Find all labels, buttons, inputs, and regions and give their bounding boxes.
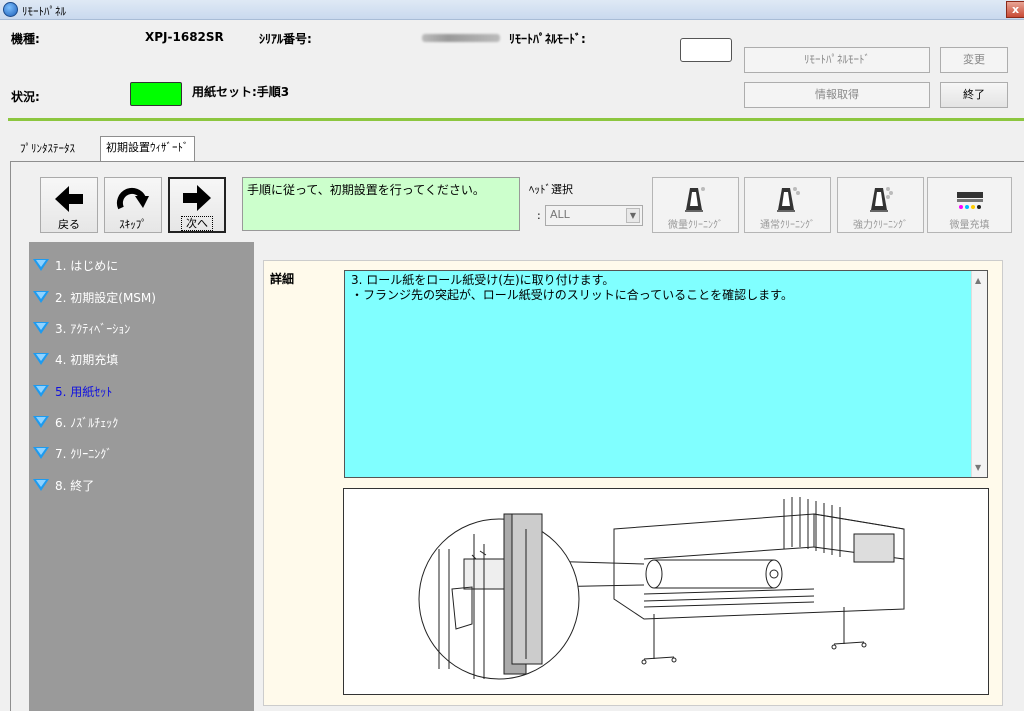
step-item[interactable]: 2. 初期設定(MSM)	[29, 286, 254, 308]
micro-fill-button[interactable]: 微量充填	[927, 177, 1012, 233]
detail-scrollbar[interactable]: ▲ ▼	[971, 271, 987, 477]
step-triangle-icon	[33, 291, 49, 303]
remote-mode-indicator	[680, 38, 732, 62]
status-label: 状況:	[11, 90, 40, 104]
step-label: 6. ﾉｽﾞﾙﾁｪｯｸ	[55, 416, 119, 430]
arrow-right-icon	[183, 185, 211, 211]
chevron-down-icon: ▼	[626, 208, 640, 223]
micro-cleaning-label: 微量ｸﾘｰﾆﾝｸﾞ	[668, 220, 723, 231]
step-label: 1. はじめに	[55, 259, 119, 273]
step-triangle-icon	[33, 322, 49, 334]
instruction-illustration	[343, 488, 989, 695]
status-text: 用紙セット:手順3	[192, 85, 290, 99]
instruction-text: 手順に従って、初期設置を行ってください。	[242, 177, 520, 231]
close-window-button[interactable]: x	[1006, 1, 1024, 18]
exit-button[interactable]: 終了	[940, 82, 1008, 108]
back-label: 戻る	[58, 218, 80, 231]
step-item[interactable]: 8. 終了	[29, 474, 254, 496]
scroll-up-icon[interactable]: ▲	[975, 273, 981, 288]
normal-cleaning-button[interactable]: 通常ｸﾘｰﾆﾝｸﾞ	[744, 177, 831, 233]
get-info-button[interactable]: 情報取得	[744, 82, 930, 108]
model-label: 機種:	[11, 32, 40, 46]
next-button[interactable]: 次へ	[168, 177, 226, 233]
step-item[interactable]: 1. はじめに	[29, 254, 254, 276]
header-divider	[8, 118, 1024, 121]
detail-label: 詳細	[270, 272, 295, 286]
skip-label: ｽｷｯﾌﾟ	[119, 218, 147, 231]
printhead-cleaning-icon	[684, 187, 705, 212]
step-item[interactable]: 6. ﾉｽﾞﾙﾁｪｯｸ	[29, 411, 254, 433]
head-select-dropdown[interactable]: ALL ▼	[545, 205, 643, 226]
step-item[interactable]: 4. 初期充填	[29, 348, 254, 370]
app-logo-icon	[3, 2, 18, 17]
window-title: ﾘﾓｰﾄﾊﾟﾈﾙ	[22, 5, 66, 18]
step-triangle-icon	[33, 259, 49, 271]
printhead-cleaning-icon	[869, 187, 893, 212]
micro-fill-label: 微量充填	[949, 220, 990, 231]
redo-arrow-icon	[116, 187, 149, 210]
roll-paper-illustration	[418, 497, 905, 680]
wizard-steps-sidebar: 1. はじめに 2. 初期設定(MSM) 3. ｱｸﾃｨﾍﾞｰｼｮﾝ 4. 初期…	[29, 242, 254, 711]
change-button[interactable]: 変更	[940, 47, 1008, 73]
step-item[interactable]: 7. ｸﾘｰﾆﾝｸﾞ	[29, 442, 254, 464]
back-button[interactable]: 戻る	[40, 177, 98, 233]
scroll-down-icon[interactable]: ▼	[975, 460, 981, 475]
remote-panel-window: ﾘﾓｰﾄﾊﾟﾈﾙ x 機種: XPJ-1682SR ｼﾘｱﾙ番号: ﾘﾓｰﾄﾊﾟ…	[0, 0, 1024, 711]
normal-cleaning-label: 通常ｸﾘｰﾆﾝｸﾞ	[760, 220, 815, 231]
skip-button[interactable]: ｽｷｯﾌﾟ	[104, 177, 162, 233]
micro-cleaning-button[interactable]: 微量ｸﾘｰﾆﾝｸﾞ	[652, 177, 739, 233]
head-select-colon: :	[537, 209, 541, 222]
arrow-left-icon	[55, 186, 83, 212]
step-label: 4. 初期充填	[55, 353, 119, 367]
ink-fill-icon	[956, 192, 983, 209]
next-label: 次へ	[181, 216, 213, 231]
serial-label: ｼﾘｱﾙ番号:	[259, 32, 312, 46]
remote-mode-button[interactable]: ﾘﾓｰﾄﾊﾟﾈﾙﾓｰﾄﾞ	[744, 47, 930, 73]
tab-setup-wizard[interactable]: 初期設置ｳｨｻﾞｰﾄﾞ	[100, 136, 195, 162]
detail-line-2: ・フランジ先の突起が、ロール紙受けのスリットに合っていることを確認します。	[351, 288, 793, 302]
strong-cleaning-label: 強力ｸﾘｰﾆﾝｸﾞ	[853, 220, 908, 231]
printhead-cleaning-icon	[776, 187, 800, 212]
step-item[interactable]: 3. ｱｸﾃｨﾍﾞｰｼｮﾝ	[29, 317, 254, 339]
step-item-current[interactable]: 5. 用紙ｾｯﾄ	[29, 380, 254, 402]
step-label: 3. ｱｸﾃｨﾍﾞｰｼｮﾝ	[55, 322, 131, 336]
detail-text-box[interactable]: 3. ロール紙をロール紙受け(左)に取り付けます。 ・フランジ先の突起が、ロール…	[344, 270, 988, 478]
step-triangle-icon	[33, 416, 49, 428]
status-indicator	[130, 82, 182, 106]
detail-line-1: 3. ロール紙をロール紙受け(左)に取り付けます。	[351, 273, 615, 287]
head-select-value: ALL	[550, 208, 570, 221]
step-label: 8. 終了	[55, 479, 95, 493]
tab-printer-status[interactable]: ﾌﾟﾘﾝﾀｽﾃｰﾀｽ	[14, 137, 81, 161]
step-label: 2. 初期設定(MSM)	[55, 291, 156, 305]
title-bar: ﾘﾓｰﾄﾊﾟﾈﾙ x	[0, 0, 1024, 20]
step-triangle-icon	[33, 479, 49, 491]
head-select-label: ﾍｯﾄﾞ選択	[529, 183, 573, 196]
strong-cleaning-button[interactable]: 強力ｸﾘｰﾆﾝｸﾞ	[837, 177, 924, 233]
model-value: XPJ-1682SR	[145, 30, 224, 44]
step-triangle-icon	[33, 447, 49, 459]
serial-value-redacted	[422, 34, 500, 42]
next-label-wrap: 次へ	[170, 215, 224, 231]
step-label: 7. ｸﾘｰﾆﾝｸﾞ	[55, 447, 113, 461]
step-triangle-icon	[33, 385, 49, 397]
step-triangle-icon	[33, 353, 49, 365]
remote-mode-label: ﾘﾓｰﾄﾊﾟﾈﾙﾓｰﾄﾞ:	[509, 32, 586, 46]
step-label: 5. 用紙ｾｯﾄ	[55, 385, 113, 399]
